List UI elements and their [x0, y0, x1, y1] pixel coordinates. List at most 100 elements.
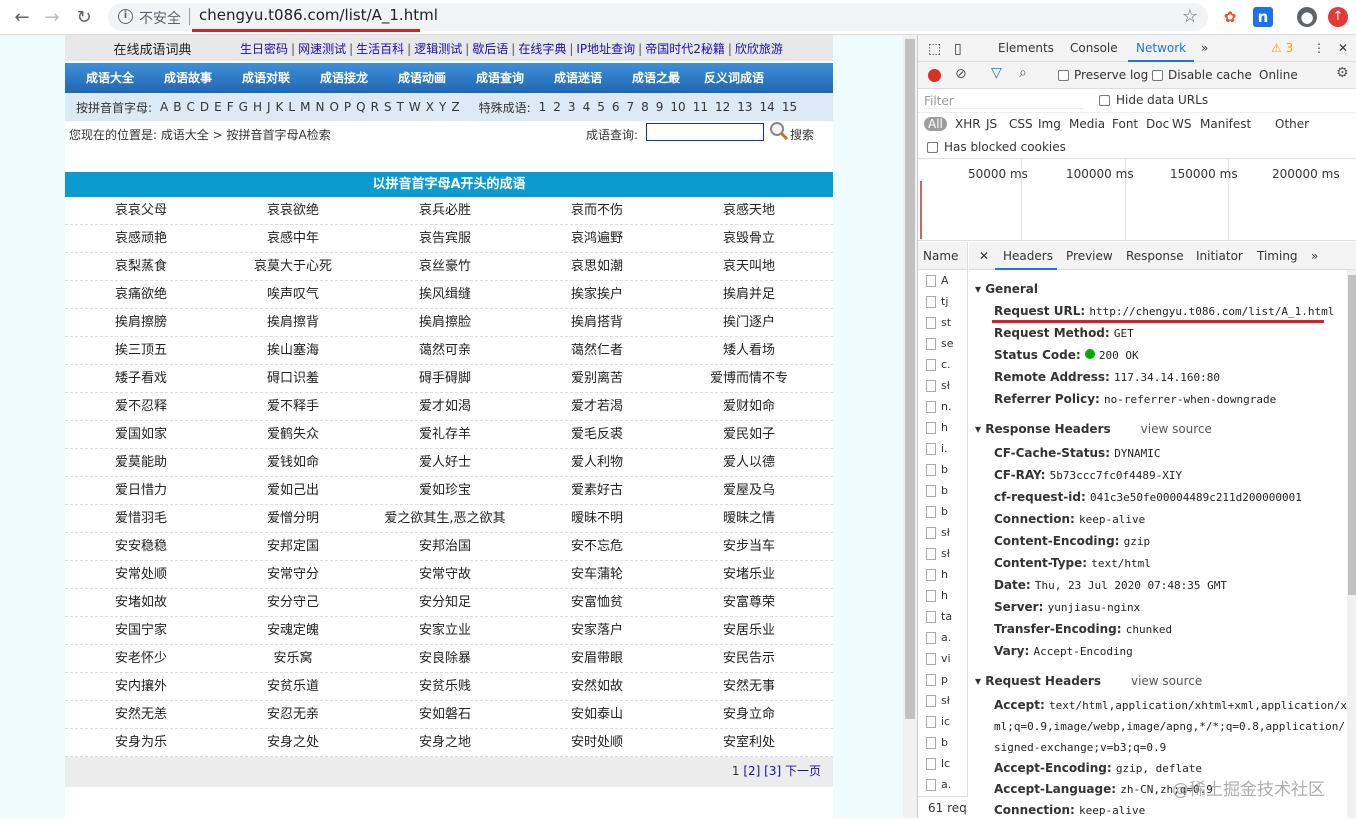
idiom-link[interactable]: 安忍无亲 [217, 701, 369, 728]
type-filter-font[interactable]: Font [1112, 117, 1138, 131]
warning-badge[interactable]: ⚠ 3 [1271, 41, 1293, 55]
gear-icon[interactable]: ⚙ [1336, 65, 1349, 81]
search-button[interactable]: 搜索 [790, 126, 814, 143]
special-link[interactable]: 4 [583, 100, 591, 114]
forward-button[interactable]: → [40, 5, 64, 29]
tab-headers[interactable]: Headers [1003, 249, 1053, 263]
special-link[interactable]: 7 [626, 100, 634, 114]
special-link[interactable]: 6 [612, 100, 620, 114]
request-row[interactable]: sł [918, 375, 967, 396]
idiom-link[interactable]: 哀感天地 [673, 197, 825, 224]
type-filter-xhr[interactable]: XHR [955, 117, 981, 131]
request-row[interactable]: ta [918, 606, 967, 627]
request-row[interactable]: A [918, 270, 967, 291]
idiom-link[interactable]: 哀思如潮 [521, 253, 673, 280]
idiom-link[interactable]: 安贫乐贱 [369, 673, 521, 700]
type-filter-other[interactable]: Other [1275, 117, 1309, 131]
more-detail-tabs-icon[interactable]: » [1311, 249, 1318, 263]
idiom-link[interactable]: 安堵乐业 [673, 561, 825, 588]
letter-link[interactable]: L [288, 100, 295, 114]
letter-link[interactable]: E [214, 100, 222, 114]
idiom-link[interactable]: 挨风缉缝 [369, 281, 521, 308]
type-filter-doc[interactable]: Doc [1146, 117, 1169, 131]
letter-link[interactable]: S [384, 100, 392, 114]
letter-link[interactable]: R [371, 100, 379, 114]
idiom-link[interactable]: 安眉带眼 [521, 645, 673, 672]
idiom-link[interactable]: 爱之欲其生,恶之欲其 [369, 505, 521, 532]
menu-item[interactable]: 成语动画 [383, 63, 461, 93]
idiom-link[interactable]: 挨山塞海 [217, 337, 369, 364]
search-input[interactable] [646, 123, 764, 141]
idiom-link[interactable]: 爱礼存羊 [369, 421, 521, 448]
idiom-link[interactable]: 哀痛欲绝 [65, 281, 217, 308]
idiom-link[interactable]: 挨肩擦脸 [369, 309, 521, 336]
idiom-link[interactable]: 安富恤贫 [521, 589, 673, 616]
special-link[interactable]: 8 [641, 100, 649, 114]
letter-link[interactable]: C [187, 100, 195, 114]
letter-link[interactable]: Z [451, 100, 459, 114]
idiom-link[interactable]: 爱如珍宝 [369, 477, 521, 504]
request-row[interactable]: tj [918, 291, 967, 312]
idiom-link[interactable]: 安乐窝 [217, 645, 369, 672]
idiom-link[interactable]: 安良除暴 [369, 645, 521, 672]
letter-link[interactable]: B [173, 100, 181, 114]
type-filter-js[interactable]: JS [986, 117, 997, 131]
idiom-link[interactable]: 挨三顶五 [65, 337, 217, 364]
request-row[interactable]: b [918, 732, 967, 753]
letter-link[interactable]: J [267, 100, 271, 114]
idiom-link[interactable]: 爱钱如命 [217, 449, 369, 476]
idiom-link[interactable]: 安不忘危 [521, 533, 673, 560]
idiom-link[interactable]: 哀莫大于心死 [217, 253, 369, 280]
top-link[interactable]: 生活百科 [356, 42, 404, 56]
page-3-link[interactable]: [3] [764, 764, 781, 778]
idiom-link[interactable]: 哀感中年 [217, 225, 369, 252]
top-link[interactable]: 网速测试 [298, 42, 346, 56]
tab-response[interactable]: Response [1126, 249, 1184, 263]
kebab-menu-icon[interactable]: ⋮ [1313, 41, 1325, 55]
search-icon[interactable] [769, 121, 789, 141]
detail-scrollbar[interactable] [1347, 270, 1356, 818]
request-row[interactable]: st [918, 312, 967, 333]
tab-preview[interactable]: Preview [1066, 249, 1113, 263]
page-scrollbar[interactable] [903, 35, 917, 818]
idiom-link[interactable]: 爱国如家 [65, 421, 217, 448]
request-row[interactable]: sł [918, 543, 967, 564]
clear-icon[interactable]: ⊘ [955, 66, 967, 82]
update-icon[interactable]: ↑ [1328, 7, 1348, 27]
letter-link[interactable]: H [253, 100, 262, 114]
letter-link[interactable]: P [344, 100, 351, 114]
request-row[interactable]: n. [918, 396, 967, 417]
request-row[interactable]: c. [918, 354, 967, 375]
idiom-link[interactable]: 安安稳稳 [65, 533, 217, 560]
idiom-link[interactable]: 暧昧不明 [521, 505, 673, 532]
idiom-link[interactable]: 哀告宾服 [369, 225, 521, 252]
idiom-link[interactable]: 挨家挨户 [521, 281, 673, 308]
idiom-link[interactable]: 挨肩擦背 [217, 309, 369, 336]
idiom-link[interactable]: 爱毛反裘 [521, 421, 673, 448]
idiom-link[interactable]: 挨肩搭背 [521, 309, 673, 336]
type-filter-ws[interactable]: WS [1172, 117, 1191, 131]
idiom-link[interactable]: 安分守己 [217, 589, 369, 616]
menu-item[interactable]: 反义词成语 [695, 63, 773, 93]
more-tabs-icon[interactable]: » [1201, 41, 1208, 55]
idiom-link[interactable]: 哀天叫地 [673, 253, 825, 280]
menu-item[interactable]: 成语查询 [461, 63, 539, 93]
idiom-link[interactable]: 安堵如故 [65, 589, 217, 616]
device-toolbar-icon[interactable]: ▯ [954, 41, 962, 57]
idiom-link[interactable]: 爱才如渴 [369, 393, 521, 420]
request-row[interactable]: ic [918, 711, 967, 732]
search-icon[interactable]: ⌕ [1019, 65, 1027, 81]
request-row[interactable]: lc [918, 753, 967, 774]
hide-data-urls-checkbox[interactable] [1099, 95, 1110, 106]
idiom-link[interactable]: 哀梨蒸食 [65, 253, 217, 280]
idiom-link[interactable]: 安分知足 [369, 589, 521, 616]
idiom-link[interactable]: 爱别离苦 [521, 365, 673, 392]
menu-item[interactable]: 成语接龙 [305, 63, 383, 93]
special-link[interactable]: 12 [715, 100, 730, 114]
idiom-link[interactable]: 安常守分 [217, 561, 369, 588]
idiom-link[interactable]: 安邦治国 [369, 533, 521, 560]
idiom-link[interactable]: 安邦定国 [217, 533, 369, 560]
idiom-link[interactable]: 哀而不伤 [521, 197, 673, 224]
idiom-link[interactable]: 爱日惜力 [65, 477, 217, 504]
idiom-link[interactable]: 安然无事 [673, 673, 825, 700]
